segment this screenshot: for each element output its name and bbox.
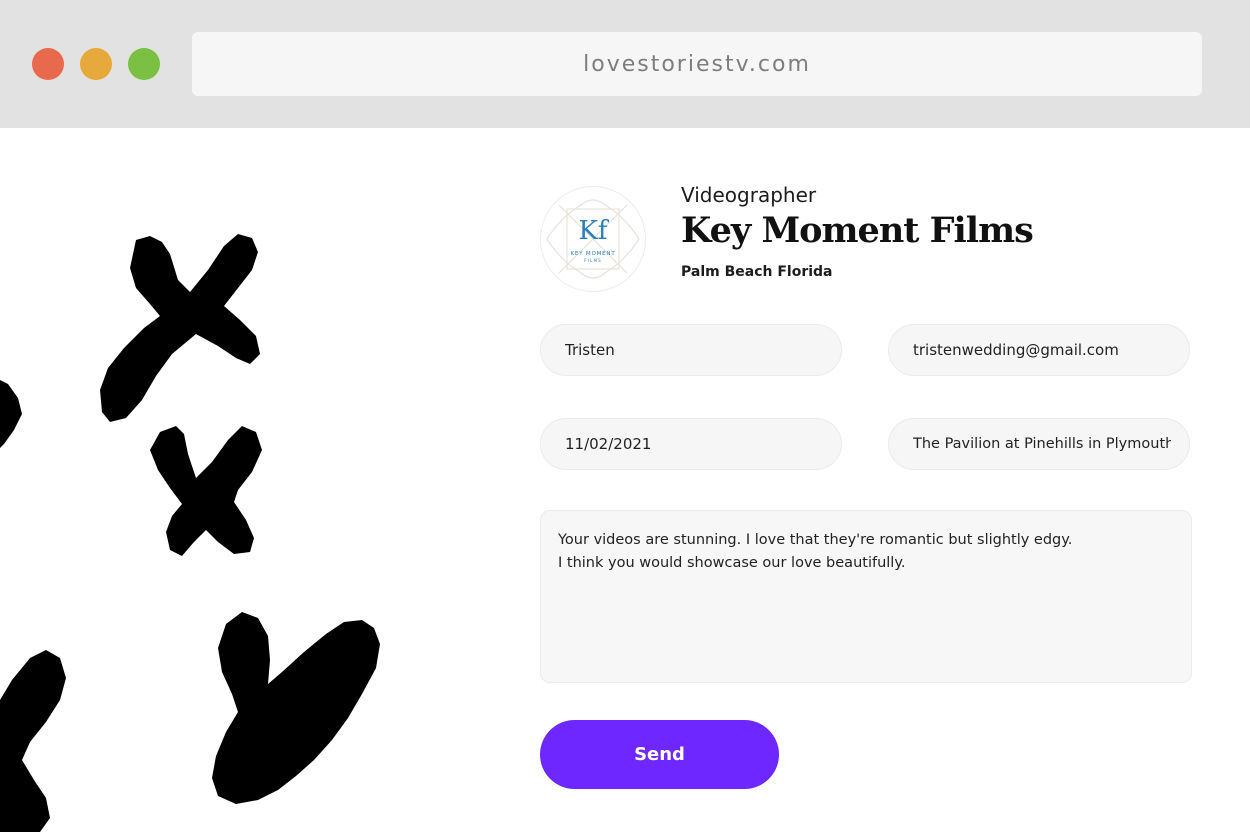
logo-wordmark-line1: KEY MOMENT — [571, 251, 616, 257]
vendor-name: Key Moment Films — [681, 210, 1034, 251]
page-content: Kf KEY MOMENT FILMS Videographer Key Mom… — [0, 128, 1250, 832]
brush-x-mark-5 — [0, 650, 66, 832]
minimize-window-button[interactable] — [80, 48, 112, 80]
browser-titlebar: lovestoriestv.com — [0, 0, 1250, 128]
vendor-logo[interactable]: Kf KEY MOMENT FILMS — [540, 186, 646, 292]
brush-x-mark-3 — [150, 426, 262, 556]
logo-monogram: Kf — [578, 216, 609, 246]
email-input[interactable] — [888, 324, 1190, 376]
send-button[interactable]: Send — [540, 720, 779, 789]
brush-x-mark-4 — [212, 612, 380, 804]
close-window-button[interactable] — [32, 48, 64, 80]
browser-window: lovestoriestv.com Kf KEY MOMENT FILMS Vi… — [0, 0, 1250, 832]
vendor-logo-image: Kf KEY MOMENT FILMS — [541, 187, 645, 291]
message-textarea[interactable]: Your videos are stunning. I love that th… — [540, 510, 1192, 683]
address-bar[interactable]: lovestoriestv.com — [192, 32, 1202, 96]
wedding-date-input[interactable] — [540, 418, 842, 470]
vendor-location: Palm Beach Florida — [681, 264, 833, 280]
maximize-window-button[interactable] — [128, 48, 160, 80]
name-input[interactable] — [540, 324, 842, 376]
brush-x-mark-2 — [0, 380, 22, 448]
decorative-brush-x-marks — [0, 234, 380, 832]
logo-wordmark-line2: FILMS — [584, 258, 602, 263]
venue-input[interactable] — [888, 418, 1190, 470]
brush-x-mark-1 — [100, 234, 260, 422]
url-text: lovestoriestv.com — [583, 51, 811, 77]
vendor-category: Videographer — [681, 183, 817, 207]
